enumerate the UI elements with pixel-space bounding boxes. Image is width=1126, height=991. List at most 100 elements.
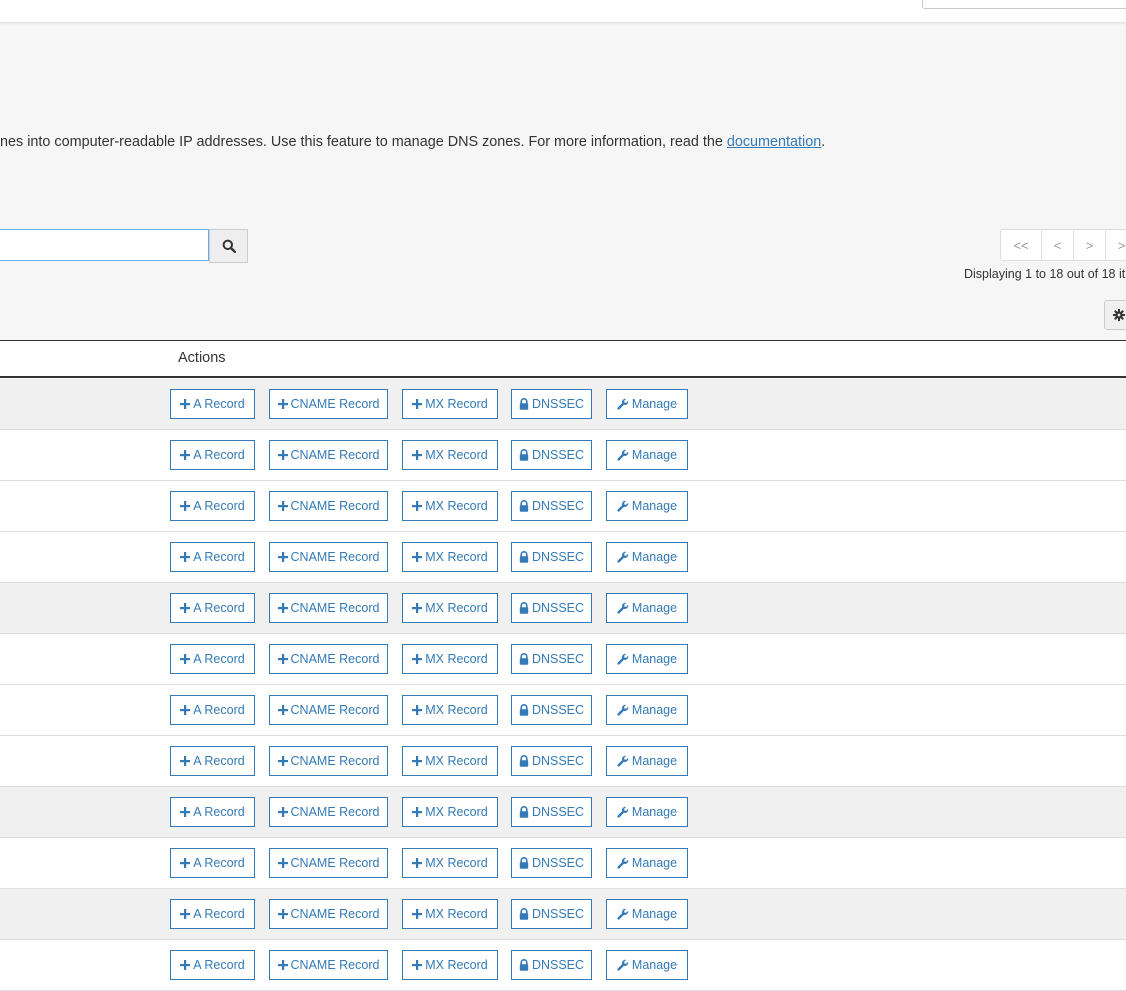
mx-record-button[interactable]: MX Record: [402, 542, 498, 572]
wrench-icon: [617, 806, 629, 818]
mx-record-button[interactable]: MX Record: [402, 695, 498, 725]
dnssec-button[interactable]: DNSSEC: [511, 797, 592, 827]
search-input[interactable]: [0, 229, 209, 261]
plus-icon: [277, 552, 288, 562]
dnssec-button[interactable]: DNSSEC: [511, 593, 592, 623]
a-record-button[interactable]: A Record: [170, 695, 255, 725]
mx-record-label: MX Record: [425, 499, 488, 513]
dnssec-button[interactable]: DNSSEC: [511, 848, 592, 878]
mx-record-label: MX Record: [425, 856, 488, 870]
lock-icon: [519, 857, 529, 869]
a-record-button[interactable]: A Record: [170, 746, 255, 776]
mx-record-button[interactable]: MX Record: [402, 491, 498, 521]
table-row: A Record CNAME Record MX Record DNSSEC Manag…: [0, 430, 1126, 481]
dnssec-button[interactable]: DNSSEC: [511, 695, 592, 725]
cname-record-button[interactable]: CNAME Record: [269, 746, 388, 776]
a-record-button[interactable]: A Record: [170, 848, 255, 878]
prev-page-button[interactable]: <: [1041, 229, 1074, 261]
manage-button[interactable]: Manage: [606, 542, 688, 572]
manage-button[interactable]: Manage: [606, 491, 688, 521]
plus-icon: [180, 399, 191, 409]
plus-icon: [412, 858, 423, 868]
mx-record-button[interactable]: MX Record: [402, 644, 498, 674]
cname-record-button[interactable]: CNAME Record: [269, 899, 388, 929]
plus-icon: [412, 909, 423, 919]
lock-icon: [519, 806, 529, 818]
dnssec-button[interactable]: DNSSEC: [511, 899, 592, 929]
a-record-label: A Record: [193, 397, 245, 411]
cname-record-button[interactable]: CNAME Record: [269, 644, 388, 674]
plus-icon: [412, 807, 423, 817]
mx-record-button[interactable]: MX Record: [402, 440, 498, 470]
dnssec-button[interactable]: DNSSEC: [511, 542, 592, 572]
mx-record-button[interactable]: MX Record: [402, 389, 498, 419]
a-record-button[interactable]: A Record: [170, 491, 255, 521]
mx-record-label: MX Record: [425, 601, 488, 615]
plus-icon: [180, 705, 191, 715]
cname-record-button[interactable]: CNAME Record: [269, 542, 388, 572]
cname-record-button[interactable]: CNAME Record: [269, 440, 388, 470]
wrench-icon: [617, 908, 629, 920]
dnssec-label: DNSSEC: [531, 601, 585, 615]
cname-record-button[interactable]: CNAME Record: [269, 389, 388, 419]
plus-icon: [412, 501, 423, 511]
first-page-button[interactable]: <<: [1000, 229, 1042, 261]
table-settings-button[interactable]: [1104, 300, 1126, 330]
global-search-field[interactable]: [922, 0, 1126, 9]
next-page-button[interactable]: >: [1073, 229, 1106, 261]
mx-record-button[interactable]: MX Record: [402, 746, 498, 776]
a-record-button[interactable]: A Record: [170, 593, 255, 623]
manage-button[interactable]: Manage: [606, 848, 688, 878]
dnssec-button[interactable]: DNSSEC: [511, 440, 592, 470]
a-record-label: A Record: [193, 856, 245, 870]
mx-record-button[interactable]: MX Record: [402, 797, 498, 827]
a-record-button[interactable]: A Record: [170, 899, 255, 929]
manage-button[interactable]: Manage: [606, 644, 688, 674]
a-record-button[interactable]: A Record: [170, 389, 255, 419]
wrench-icon: [617, 704, 629, 716]
dnssec-button[interactable]: DNSSEC: [511, 389, 592, 419]
a-record-button[interactable]: A Record: [170, 644, 255, 674]
cname-record-button[interactable]: CNAME Record: [269, 491, 388, 521]
mx-record-label: MX Record: [425, 550, 488, 564]
cname-record-button[interactable]: CNAME Record: [269, 797, 388, 827]
cname-record-label: CNAME Record: [290, 856, 380, 870]
dnssec-label: DNSSEC: [531, 907, 585, 921]
plus-icon: [277, 501, 288, 511]
dnssec-button[interactable]: DNSSEC: [511, 491, 592, 521]
wrench-icon: [617, 755, 629, 767]
cname-record-button[interactable]: CNAME Record: [269, 695, 388, 725]
cname-record-label: CNAME Record: [290, 703, 380, 717]
plus-icon: [412, 705, 423, 715]
cname-record-label: CNAME Record: [290, 397, 380, 411]
manage-button[interactable]: Manage: [606, 440, 688, 470]
last-page-button[interactable]: >: [1105, 229, 1126, 261]
mx-record-button[interactable]: MX Record: [402, 899, 498, 929]
a-record-button[interactable]: A Record: [170, 440, 255, 470]
manage-button[interactable]: Manage: [606, 695, 688, 725]
manage-button[interactable]: Manage: [606, 797, 688, 827]
a-record-button[interactable]: A Record: [170, 797, 255, 827]
a-record-button[interactable]: A Record: [170, 542, 255, 572]
table-row: A Record CNAME Record MX Record DNSSEC Manag…: [0, 838, 1126, 889]
dnssec-button[interactable]: DNSSEC: [511, 644, 592, 674]
manage-button[interactable]: Manage: [606, 746, 688, 776]
cname-record-label: CNAME Record: [290, 652, 380, 666]
wrench-icon: [617, 959, 629, 971]
manage-button[interactable]: Manage: [606, 593, 688, 623]
documentation-link[interactable]: documentation: [727, 134, 821, 150]
cname-record-label: CNAME Record: [290, 805, 380, 819]
search-button[interactable]: [209, 229, 248, 263]
mx-record-button[interactable]: MX Record: [402, 848, 498, 878]
manage-label: Manage: [631, 805, 678, 819]
table-row: A Record CNAME Record MX Record DNSSEC Manag…: [0, 532, 1126, 583]
cname-record-button[interactable]: CNAME Record: [269, 593, 388, 623]
wrench-icon: [617, 857, 629, 869]
mx-record-button[interactable]: MX Record: [402, 593, 498, 623]
cname-record-button[interactable]: CNAME Record: [269, 848, 388, 878]
dnssec-button[interactable]: DNSSEC: [511, 746, 592, 776]
plus-icon: [277, 909, 288, 919]
manage-button[interactable]: Manage: [606, 899, 688, 929]
cname-record-label: CNAME Record: [290, 601, 380, 615]
manage-button[interactable]: Manage: [606, 389, 688, 419]
